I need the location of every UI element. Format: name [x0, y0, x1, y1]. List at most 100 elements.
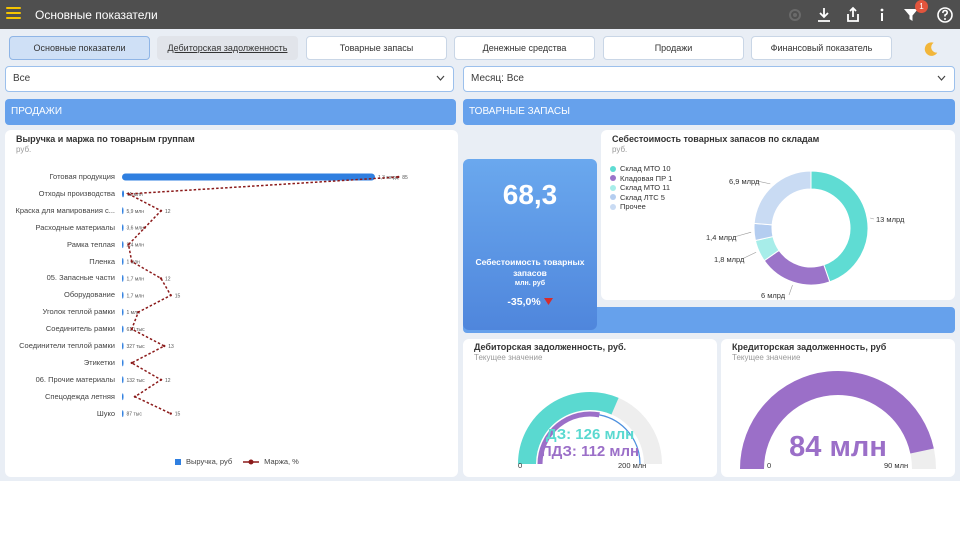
- sales-chart-card: Выручка и маржа по товарным группам руб.…: [5, 130, 458, 477]
- pie-slice: [810, 170, 869, 283]
- kpi-delta-value: -35,0%: [507, 296, 541, 308]
- filter-count-badge: 1: [915, 0, 928, 13]
- kpi-label: Себестоимость товарных запасов: [475, 257, 585, 278]
- payables-min: 0: [767, 461, 772, 470]
- revenue-bar: [122, 342, 124, 350]
- margin-point: [159, 209, 163, 212]
- stock-section-header: ТОВАРНЫЕ ЗАПАСЫ: [463, 99, 955, 125]
- pie-leader-line: [733, 231, 752, 238]
- margin-data-label: 15: [175, 412, 181, 418]
- tab-financial-indicator[interactable]: Финансовый показатель: [751, 36, 892, 60]
- revenue-bar: [122, 359, 124, 367]
- month-select-value: Месяц: Все: [471, 73, 524, 84]
- revenue-data-label: 87 тыс: [127, 412, 143, 418]
- payables-max: 90 млн: [884, 461, 909, 470]
- chevron-down-icon: [436, 75, 445, 81]
- margin-data-label: 12: [165, 209, 171, 215]
- revenue-data-label: 327 тыс: [127, 344, 146, 350]
- margin-point: [133, 395, 137, 398]
- revenue-bar: [122, 173, 375, 181]
- revenue-bar: [122, 308, 124, 316]
- organization-select-value: Все: [13, 73, 31, 84]
- receivables-min: 0: [518, 461, 523, 470]
- kpi-unit: млн. руб: [514, 280, 546, 287]
- payables-gauge-card: Кредиторская задолженность, руб Текущее …: [721, 339, 955, 477]
- revenue-bar: [122, 274, 124, 282]
- receivables-dz-value: ДЗ: 126 млн: [545, 426, 635, 443]
- chevron-down-icon: [937, 75, 946, 81]
- share-icon[interactable]: [843, 5, 863, 25]
- trend-down-icon: [543, 298, 553, 305]
- margin-data-label: 85: [402, 175, 408, 181]
- revenue-bar: [122, 190, 125, 198]
- revenue-bar: [122, 258, 124, 265]
- receivables-pdz-value: ПДЗ: 112 млн: [540, 443, 640, 460]
- top-bar: Основные показатели 1: [0, 0, 960, 29]
- receivables-max: 200 млн: [618, 461, 647, 470]
- revenue-bar: [122, 393, 124, 401]
- pie-leader-line: [870, 217, 875, 220]
- settings-icon[interactable]: [785, 5, 805, 25]
- margin-point: [143, 226, 146, 229]
- margin-point: [127, 192, 130, 196]
- tab-sales[interactable]: Продажи: [603, 36, 744, 60]
- margin-data-label: 12: [165, 276, 171, 282]
- pie-data-label: 6,9 млрд: [729, 177, 760, 186]
- revenue-bar: [122, 241, 124, 249]
- tab-cash[interactable]: Денежные средства: [454, 36, 595, 60]
- stock-donut-chart: 13 млрд 6 млрд 1,8 млрд 1,4 млрд 6,9 млрд: [706, 170, 905, 300]
- revenue-bar: [122, 224, 124, 232]
- pie-data-label: 1,4 млрд: [706, 233, 737, 242]
- legend-revenue-label: Выручка, руб: [186, 457, 233, 466]
- legend-margin-label: Маржа, %: [264, 457, 299, 466]
- revenue-bar: [122, 325, 124, 333]
- sales-section-header: ПРОДАЖИ: [5, 99, 456, 125]
- download-icon[interactable]: [814, 5, 834, 25]
- margin-data-label: 12: [165, 378, 171, 384]
- revenue-data-label: 1 млн: [127, 260, 141, 266]
- dashboard-content: Основные показатели Дебиторская задолжен…: [0, 29, 960, 481]
- margin-data-label: 15: [175, 293, 181, 299]
- tab-inventory[interactable]: Товарные запасы: [306, 36, 447, 60]
- legend-revenue-swatch: [175, 458, 181, 465]
- stock-cost-kpi-card: 68,3 Себестоимость товарных запасов млн.…: [463, 159, 597, 330]
- revenue-bar: [122, 376, 124, 384]
- tab-receivables[interactable]: Дебиторская задолженность: [157, 36, 298, 60]
- sales-bar-chart: 1,3 млрд 8511 млн5,9 млн 123,6 млн2,4 млн1…: [122, 173, 408, 418]
- menu-icon[interactable]: [6, 7, 21, 21]
- revenue-bar: [122, 207, 124, 215]
- revenue-data-label: 1,7 млн: [127, 276, 145, 282]
- tab-main-indicators[interactable]: Основные показатели: [9, 36, 150, 60]
- stock-pie-card: Себестоимость товарных запасов по склада…: [601, 130, 955, 300]
- help-icon[interactable]: [935, 5, 955, 25]
- payables-value: 84 млн: [789, 431, 887, 463]
- pie-data-label: 6 млрд: [761, 291, 786, 300]
- pie-leader-line: [788, 284, 793, 296]
- margin-point: [397, 175, 400, 179]
- organization-select[interactable]: Все: [5, 66, 454, 92]
- margin-point: [159, 277, 163, 280]
- margin-point: [130, 260, 133, 263]
- margin-point: [130, 327, 133, 331]
- month-select[interactable]: Месяц: Все: [463, 66, 955, 92]
- legend-margin-swatch: [243, 459, 260, 464]
- margin-point: [130, 361, 133, 365]
- margin-point: [159, 378, 163, 381]
- kpi-value: 68,3: [502, 179, 558, 210]
- pie-slice: [753, 170, 812, 226]
- revenue-bar: [122, 291, 124, 299]
- margin-point: [137, 311, 140, 314]
- margin-point: [163, 344, 166, 348]
- revenue-data-label: 5,9 млн: [127, 209, 145, 215]
- margin-point: [127, 243, 130, 246]
- margin-data-label: 13: [168, 344, 174, 350]
- kpi-delta: -35,0%: [463, 296, 597, 308]
- margin-point: [169, 294, 172, 297]
- pie-data-label: 1,8 млрд: [714, 255, 745, 264]
- revenue-data-label: 610 тыс: [127, 327, 146, 333]
- revenue-bar: [122, 410, 124, 418]
- info-icon[interactable]: [872, 5, 892, 25]
- app-title: Основные показатели: [35, 8, 158, 22]
- dark-mode-icon[interactable]: [922, 40, 940, 58]
- receivables-gauge-card: Дебиторская задолженность, руб. Текущее …: [463, 339, 717, 477]
